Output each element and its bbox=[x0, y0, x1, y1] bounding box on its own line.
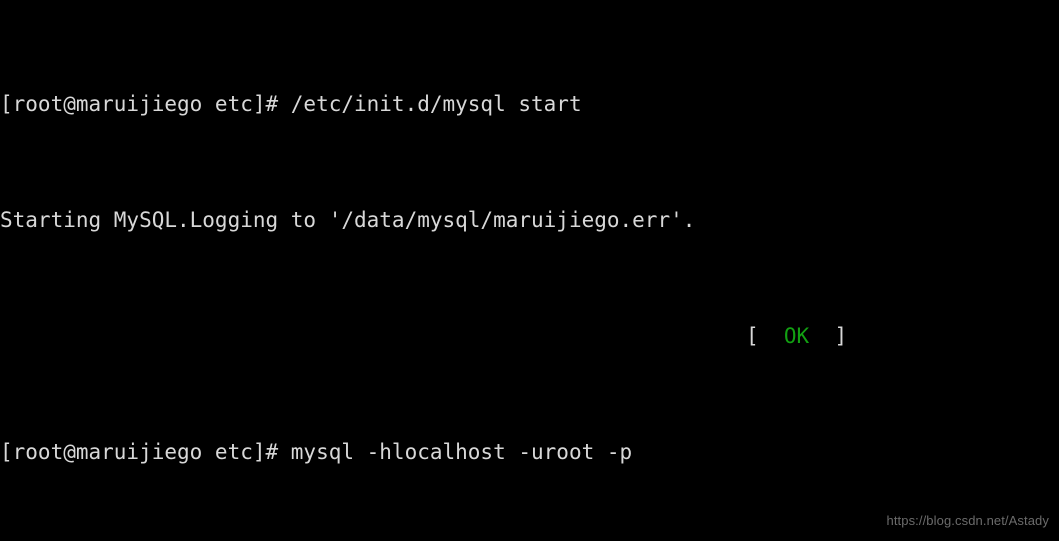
status-bracket-open: [ bbox=[745, 324, 759, 348]
status-indent bbox=[0, 324, 746, 348]
terminal-line-command-mysql-login: [root@maruijiego etc]# mysql -hlocalhost… bbox=[0, 440, 633, 464]
terminal-screen[interactable]: [root@maruijiego etc]# /etc/init.d/mysql… bbox=[0, 0, 1059, 541]
watermark-url: https://blog.csdn.net/Astady bbox=[886, 513, 1049, 528]
terminal-window[interactable]: [root@maruijiego etc]# /etc/init.d/mysql… bbox=[0, 0, 1059, 541]
status-badge: OK bbox=[758, 324, 835, 348]
terminal-line-status-ok: [ OK ] bbox=[0, 322, 1059, 351]
terminal-line-command-start-mysql: [root@maruijiego etc]# /etc/init.d/mysql… bbox=[0, 92, 582, 116]
terminal-line-starting-mysql: Starting MySQL.Logging to '/data/mysql/m… bbox=[0, 208, 696, 232]
status-bracket-close: ] bbox=[834, 324, 848, 348]
